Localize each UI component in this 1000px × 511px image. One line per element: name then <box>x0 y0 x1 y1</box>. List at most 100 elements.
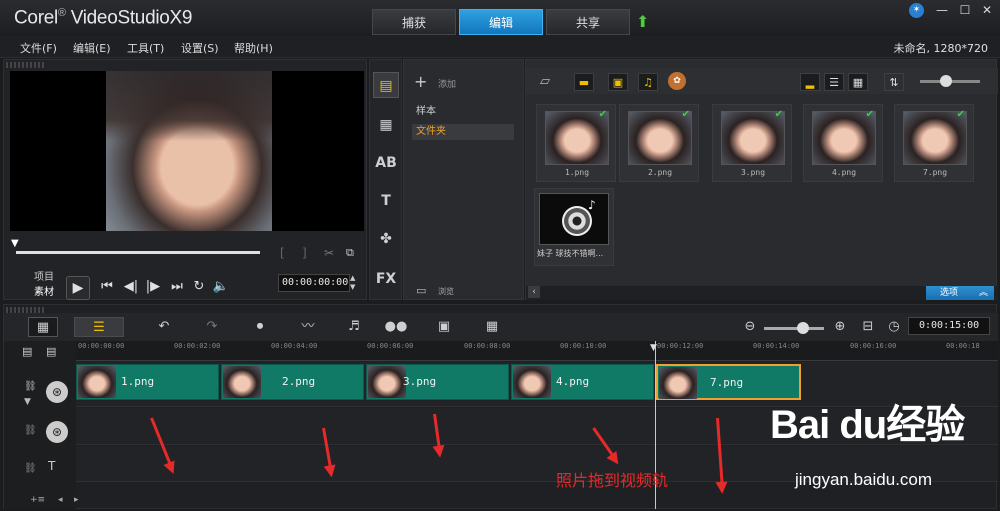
minimize-icon[interactable]: — <box>932 2 952 18</box>
video-track-lock-icon[interactable]: ⛓ <box>24 381 37 392</box>
music-thumbnail: ♪ <box>539 193 609 245</box>
mark-in[interactable]: [ <box>280 246 285 260</box>
panel-grip[interactable] <box>6 62 46 68</box>
redo-icon[interactable]: ↷ <box>200 317 224 337</box>
sort-icon[interactable]: ✿ <box>668 72 686 90</box>
close-icon[interactable]: ✕ <box>977 2 997 18</box>
timeline-clip[interactable]: 1.png <box>76 364 219 400</box>
timeline-clip[interactable]: 4.png <box>511 364 654 400</box>
media-icon[interactable]: ▤ <box>373 72 399 98</box>
sort-order-icon[interactable]: ⇅ <box>884 73 904 91</box>
view-thumbnail-icon[interactable]: ▂ <box>800 73 820 91</box>
options-button[interactable]: 选项 ︽ <box>926 286 994 300</box>
storyboard-view-icon[interactable]: ▦ <box>28 317 58 337</box>
scissors-icon[interactable]: ✂ <box>324 246 334 260</box>
add-folder-label[interactable]: 添加 <box>438 77 456 90</box>
repeat-icon[interactable]: ↻ <box>188 276 210 298</box>
next-frame-icon[interactable]: |▶ <box>142 276 164 298</box>
scroll-left-icon[interactable]: ◂ <box>58 495 63 505</box>
folder-samples[interactable]: 样本 <box>412 104 514 120</box>
title-icon[interactable]: T <box>373 188 399 214</box>
library-item[interactable]: ✔ 4.png <box>803 104 883 182</box>
sound-mixer-icon[interactable]: 〰 <box>296 317 320 337</box>
overlay-track-icon[interactable]: ⊛ <box>46 421 68 443</box>
zoom-out-icon[interactable]: ⊖ <box>738 317 762 337</box>
auto-music-icon[interactable]: ♬ <box>342 317 366 337</box>
library-item[interactable]: ✔ 7.png <box>894 104 974 182</box>
timecode-display[interactable]: 00:00:00:00 <box>278 274 350 292</box>
menu-help[interactable]: 帮助(H) <box>234 40 273 56</box>
zoom-knob[interactable] <box>797 322 809 334</box>
add-icon[interactable]: + <box>414 72 427 91</box>
home-icon[interactable]: ⏮ <box>96 276 118 298</box>
library-item[interactable]: ✔ 3.png <box>712 104 792 182</box>
undo-icon[interactable]: ↶ <box>152 317 176 337</box>
browse-label[interactable]: 浏览 <box>438 286 454 297</box>
timecode-spinner[interactable]: ▲ ▼ <box>350 274 360 292</box>
video-track-icon[interactable]: ⊛ <box>46 381 68 403</box>
filter-icon[interactable]: FX <box>373 266 399 292</box>
chapter-point-icon[interactable]: ▤ <box>46 345 56 358</box>
transition-icon[interactable]: AB <box>373 150 399 176</box>
show-photos-icon[interactable]: ▣ <box>608 73 628 91</box>
title-track-icon[interactable]: T <box>48 459 55 473</box>
enlarge-icon[interactable]: ⧉ <box>346 246 354 260</box>
zoom-in-icon[interactable]: ⊕ <box>828 317 852 337</box>
playhead-handle[interactable]: ▼ <box>650 343 660 353</box>
scrubber-handle[interactable]: ▼ <box>11 238 21 250</box>
mark-out[interactable]: ] <box>302 246 307 260</box>
folder-folder[interactable]: 文件夹 <box>412 124 514 140</box>
scrubber-track[interactable] <box>16 251 260 254</box>
item-label: 1.png <box>564 168 590 177</box>
menu-file[interactable]: 文件(F) <box>20 40 57 56</box>
track-manager-icon[interactable]: ▤ <box>22 345 32 358</box>
title-track-lock-icon[interactable]: ⛓ <box>24 463 37 474</box>
collapse-track-icon[interactable]: ▼ <box>24 397 31 407</box>
play-button[interactable]: ▶ <box>66 276 90 300</box>
collapse-left-icon[interactable]: ‹ <box>528 286 540 298</box>
timeline-toolbar: ▦ ☰ ↶ ↷ ⏺ 〰 ♬ ●● ▣ ▦ ⊖ ⊕ ⊟ ◷ <box>4 313 998 341</box>
view-grid-icon[interactable]: ▦ <box>848 73 868 91</box>
timeline-clip[interactable]: 3.png <box>366 364 509 400</box>
menu-edit[interactable]: 编辑(E) <box>73 40 111 56</box>
thumb-size-knob[interactable] <box>940 75 952 87</box>
multi-camera-icon[interactable]: ▦ <box>480 317 504 337</box>
library-music-item[interactable]: ♪ 妹子 球技不错啊... <box>534 188 614 266</box>
timeline-ruler[interactable]: 00:00:00:00 00:00:02:00 00:00:04:00 00:0… <box>76 341 998 361</box>
mode-project[interactable]: 项目 <box>34 268 54 283</box>
scroll-right-icon[interactable]: ▸ <box>74 495 79 505</box>
browse-icon[interactable]: ▭ <box>416 284 426 297</box>
library-item[interactable]: ✔ 2.png <box>619 104 699 182</box>
overlay-track-lock-icon[interactable]: ⛓ <box>24 425 37 436</box>
add-track-icon[interactable]: +≡ <box>30 495 45 505</box>
mode-clip[interactable]: 素材 <box>34 283 54 298</box>
subtitle-editor-icon[interactable]: ▣ <box>432 317 456 337</box>
menu-tools[interactable]: 工具(T) <box>127 40 164 56</box>
preview-screen <box>10 71 364 231</box>
timeline-view-icon[interactable]: ☰ <box>74 317 124 337</box>
library-item[interactable]: ✔ 1.png <box>536 104 616 182</box>
volume-icon[interactable]: 🔈 <box>210 276 232 298</box>
show-videos-icon[interactable]: ▬ <box>574 73 594 91</box>
end-icon[interactable]: ⏭ <box>166 276 188 298</box>
upload-arrow-icon[interactable]: ⬆ <box>636 12 652 31</box>
fit-project-icon[interactable]: ⊟ <box>856 317 880 337</box>
timeline-clip[interactable]: 2.png <box>221 364 364 400</box>
menu-settings[interactable]: 设置(S) <box>181 40 219 56</box>
tab-share[interactable]: 共享 <box>546 9 630 35</box>
folder-icon[interactable]: ▱ <box>540 74 550 89</box>
tab-edit[interactable]: 编辑 <box>459 9 543 35</box>
globe-icon[interactable]: ✶ <box>909 3 924 18</box>
tab-capture[interactable]: 捕获 <box>372 9 456 35</box>
zoom-slider[interactable] <box>764 327 824 330</box>
motion-tracking-icon[interactable]: ●● <box>384 317 408 337</box>
item-label: 4.png <box>831 168 857 177</box>
show-audio-icon[interactable]: ♫ <box>638 73 658 91</box>
maximize-icon[interactable]: ☐ <box>955 2 975 18</box>
view-list-icon[interactable]: ☰ <box>824 73 844 91</box>
record-capture-icon[interactable]: ⏺ <box>248 317 272 337</box>
prev-frame-icon[interactable]: ◀| <box>120 276 142 298</box>
library-folders: + 添加 样本 文件夹 ▭ 浏览 <box>403 59 524 300</box>
graphic-icon[interactable]: ✤ <box>373 226 399 252</box>
instant-project-icon[interactable]: ▦ <box>373 112 399 138</box>
